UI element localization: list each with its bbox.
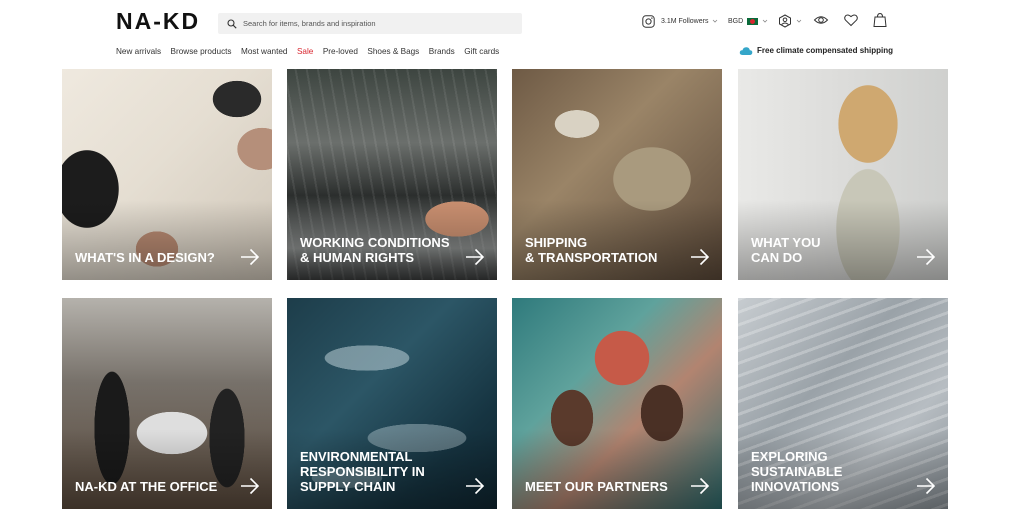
tile-label: WHAT YOU CAN DO [751, 235, 821, 265]
nav-gift-cards[interactable]: Gift cards [464, 47, 499, 56]
arrow-right-icon [917, 248, 936, 266]
currency-label: BGD [728, 17, 744, 25]
instagram-followers: 3.1M Followers [661, 17, 709, 25]
tile-nakd-at-the-office[interactable]: NA-KD AT THE OFFICE [62, 298, 272, 509]
nav-brands[interactable]: Brands [429, 47, 455, 56]
user-icon [779, 14, 791, 28]
search-icon [227, 18, 237, 29]
nav-new-arrivals[interactable]: New arrivals [116, 47, 161, 56]
account-menu[interactable] [778, 12, 802, 30]
arrow-right-icon [241, 477, 260, 495]
nav-shoes-bags[interactable]: Shoes & Bags [367, 47, 419, 56]
tile-shipping-transportation[interactable]: SHIPPING & TRANSPORTATION [512, 69, 722, 280]
cloud-icon [739, 46, 753, 55]
instagram-link[interactable]: 3.1M Followers [642, 12, 718, 30]
nav-most-wanted[interactable]: Most wanted [241, 47, 287, 56]
arrow-right-icon [691, 248, 710, 266]
tile-meet-our-partners[interactable]: MEET OUR PARTNERS [512, 298, 722, 509]
main-nav: New arrivals Browse products Most wanted… [116, 45, 509, 57]
shipping-notice: Free climate compensated shipping [739, 44, 893, 57]
tile-label: MEET OUR PARTNERS [525, 479, 668, 494]
tile-what-you-can-do[interactable]: WHAT YOU CAN DO [738, 69, 948, 280]
chevron-down-icon [796, 19, 802, 23]
tile-label: ENVIRONMENTAL RESPONSIBILITY IN SUPPLY C… [300, 449, 425, 494]
tile-label: NA-KD AT THE OFFICE [75, 479, 218, 494]
arrow-right-icon [691, 477, 710, 495]
chevron-down-icon [713, 19, 718, 23]
tile-sustainable-innovations[interactable]: EXPLORING SUSTAINABLE INNOVATIONS [738, 298, 948, 509]
chevron-down-icon [762, 19, 768, 23]
search-bar[interactable] [218, 13, 522, 34]
tile-label: EXPLORING SUSTAINABLE INNOVATIONS [751, 449, 843, 494]
arrow-right-icon [241, 248, 260, 266]
heart-icon[interactable] [843, 12, 859, 28]
arrow-right-icon [466, 477, 485, 495]
flag-icon [747, 17, 759, 25]
shopping-bag-icon[interactable] [872, 12, 888, 28]
tile-shade [512, 429, 722, 509]
tile-shade [62, 200, 272, 280]
tile-label: WHAT'S IN A DESIGN? [75, 250, 215, 265]
nav-sale[interactable]: Sale [297, 47, 313, 56]
tile-shade [62, 429, 272, 509]
nav-pre-loved[interactable]: Pre-loved [323, 47, 358, 56]
arrow-right-icon [466, 248, 485, 266]
tile-whats-in-a-design[interactable]: WHAT'S IN A DESIGN? [62, 69, 272, 280]
logo[interactable]: NA-KD [116, 8, 200, 34]
tile-label: WORKING CONDITIONS & HUMAN RIGHTS [300, 235, 450, 265]
tile-label: SHIPPING & TRANSPORTATION [525, 235, 658, 265]
eye-icon[interactable] [813, 12, 829, 28]
search-input[interactable] [243, 19, 513, 28]
currency-selector[interactable]: BGD [728, 12, 768, 30]
nav-browse-products[interactable]: Browse products [171, 47, 232, 56]
tile-working-conditions[interactable]: WORKING CONDITIONS & HUMAN RIGHTS [287, 69, 497, 280]
instagram-icon [642, 14, 655, 28]
arrow-right-icon [917, 477, 936, 495]
shipping-notice-text: Free climate compensated shipping [757, 46, 894, 55]
tile-environmental-responsibility[interactable]: ENVIRONMENTAL RESPONSIBILITY IN SUPPLY C… [287, 298, 497, 509]
